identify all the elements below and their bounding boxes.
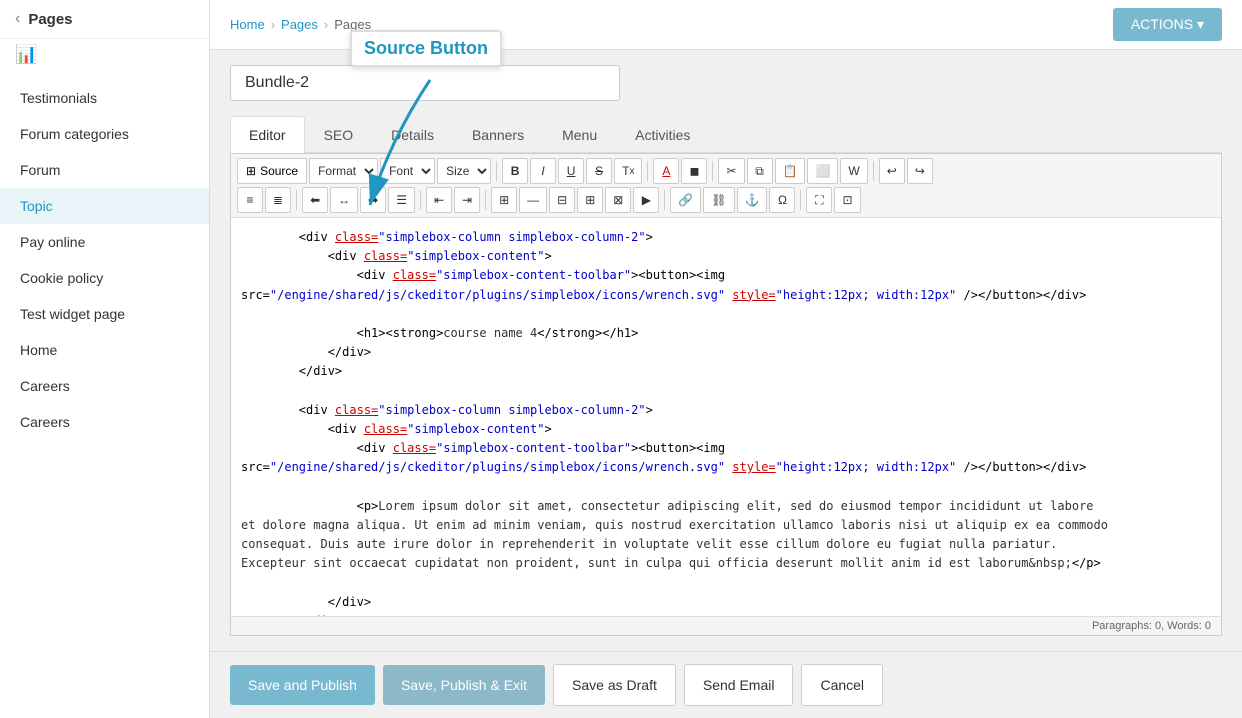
cancel-button[interactable]: Cancel — [801, 664, 883, 706]
statusbar-text: Paragraphs: 0, Words: 0 — [1092, 620, 1211, 632]
save-draft-button[interactable]: Save as Draft — [553, 664, 676, 706]
breadcrumb-sep-1: › — [271, 17, 275, 32]
paste-word-button[interactable]: W — [840, 158, 867, 184]
sidebar-item-careers-1[interactable]: Careers — [0, 368, 209, 404]
toolbar-row-2: ≡ ≣ ⬅ ↔ ➡ ☰ ⇤ ⇥ ⊞ — ⊟ ⊞ — [237, 187, 1215, 213]
breadcrumb-home[interactable]: Home — [230, 17, 265, 32]
sidebar-item-pay-online[interactable]: Pay online — [0, 224, 209, 260]
sidebar-title: Pages — [28, 11, 72, 28]
chart-icon: 📊 — [0, 39, 209, 70]
insert-table-button[interactable]: ⊟ — [549, 187, 575, 213]
list-unordered-button[interactable]: ≣ — [265, 187, 291, 213]
breadcrumb-sep-2: › — [324, 17, 328, 32]
special-char-button[interactable]: Ω — [769, 187, 795, 213]
sidebar-item-test-widget[interactable]: Test widget page — [0, 296, 209, 332]
unlink-button[interactable]: ⛓ — [703, 187, 734, 213]
undo-button[interactable]: ↩ — [879, 158, 905, 184]
paste-text-button[interactable]: ⬜ — [807, 158, 838, 184]
sidebar-nav: Testimonials Forum categories Forum Topi… — [0, 70, 209, 450]
align-justify-button[interactable]: ☰ — [388, 187, 415, 213]
source-button[interactable]: ⊞ Source — [237, 158, 307, 184]
fullscreen-button[interactable]: ⛶ — [806, 187, 832, 213]
list-ordered-button[interactable]: ≡ — [237, 187, 263, 213]
editor-toolbar: ⊞ Source Format Font Size B — [231, 154, 1221, 218]
cut-button[interactable]: ✂ — [718, 158, 744, 184]
media-button[interactable]: ▶ — [633, 187, 659, 213]
sidebar-item-forum-categories[interactable]: Forum categories — [0, 116, 209, 152]
table-button[interactable]: ⊞ — [491, 187, 517, 213]
show-blocks-button[interactable]: ⊡ — [834, 187, 860, 213]
toolbar-sep-2 — [647, 161, 648, 181]
send-email-button[interactable]: Send Email — [684, 664, 794, 706]
page-title-input[interactable] — [230, 65, 620, 101]
bottom-action-bar: Save and Publish Save, Publish & Exit Sa… — [210, 651, 1242, 718]
insert-col-button[interactable]: ⊞ — [577, 187, 603, 213]
underline-button[interactable]: U — [558, 158, 584, 184]
sidebar-item-home[interactable]: Home — [0, 332, 209, 368]
font-select[interactable]: Font — [380, 158, 435, 184]
toolbar-row-1: ⊞ Source Format Font Size B — [237, 158, 1215, 184]
hr-button[interactable]: — — [519, 187, 547, 213]
actions-button[interactable]: ACTIONS ▾ — [1113, 8, 1222, 41]
bg-color-button[interactable]: ◼ — [681, 158, 707, 184]
source-label: Source — [260, 164, 298, 178]
breadcrumb: Home › Pages › Pages — [230, 17, 371, 32]
tab-banners[interactable]: Banners — [453, 116, 543, 153]
editor-container: ⊞ Source Format Font Size B — [230, 153, 1222, 636]
redo-button[interactable]: ↪ — [907, 158, 933, 184]
paste-button[interactable]: 📋 — [775, 158, 806, 184]
sidebar: ‹ Pages 📊 Testimonials Forum categories … — [0, 0, 210, 718]
text-color-button[interactable]: A — [653, 158, 679, 184]
strikethrough-button[interactable]: S — [586, 158, 612, 184]
insert-row-button[interactable]: ⊠ — [605, 187, 631, 213]
sidebar-item-topic[interactable]: Topic — [0, 188, 209, 224]
align-left-button[interactable]: ⬅ — [302, 187, 328, 213]
topbar: Home › Pages › Pages ACTIONS ▾ — [210, 0, 1242, 50]
toolbar-sep-4 — [873, 161, 874, 181]
content-area: Editor SEO Details Banners Menu Activiti… — [210, 50, 1242, 651]
tabs-bar: Editor SEO Details Banners Menu Activiti… — [230, 116, 1222, 153]
toolbar-sep-3 — [712, 161, 713, 181]
sidebar-item-testimonials[interactable]: Testimonials — [0, 80, 209, 116]
tab-details[interactable]: Details — [372, 116, 453, 153]
toolbar-sep-1 — [496, 161, 497, 181]
save-and-publish-button[interactable]: Save and Publish — [230, 665, 375, 705]
decrease-indent-button[interactable]: ⇤ — [426, 187, 452, 213]
align-center-button[interactable]: ↔ — [330, 187, 358, 213]
size-select[interactable]: Size — [437, 158, 491, 184]
toolbar-sep-5 — [296, 190, 297, 210]
increase-indent-button[interactable]: ⇥ — [454, 187, 480, 213]
breadcrumb-pages[interactable]: Pages — [281, 17, 318, 32]
sidebar-back-button[interactable]: ‹ — [15, 10, 20, 28]
link-button[interactable]: 🔗 — [670, 187, 701, 213]
main-content: Source Button Home › Pages › Pages ACTIO… — [210, 0, 1242, 718]
tab-activities[interactable]: Activities — [616, 116, 709, 153]
breadcrumb-current: Pages — [334, 17, 371, 32]
align-right-button[interactable]: ➡ — [360, 187, 386, 213]
format-select[interactable]: Format — [309, 158, 378, 184]
toolbar-sep-7 — [485, 190, 486, 210]
save-publish-exit-button[interactable]: Save, Publish & Exit — [383, 665, 545, 705]
sidebar-header: ‹ Pages — [0, 0, 209, 39]
italic-button[interactable]: I — [530, 158, 556, 184]
editor-statusbar: Paragraphs: 0, Words: 0 — [231, 616, 1221, 635]
sidebar-item-careers-2[interactable]: Careers — [0, 404, 209, 440]
anchor-button[interactable]: ⚓ — [737, 187, 768, 213]
sidebar-item-cookie-policy[interactable]: Cookie policy — [0, 260, 209, 296]
toolbar-sep-8 — [664, 190, 665, 210]
sidebar-item-forum[interactable]: Forum — [0, 152, 209, 188]
tab-seo[interactable]: SEO — [305, 116, 373, 153]
tab-editor[interactable]: Editor — [230, 116, 305, 153]
tab-menu[interactable]: Menu — [543, 116, 616, 153]
source-icon: ⊞ — [246, 164, 256, 178]
editor-code-area[interactable]: <div class="simplebox-column simplebox-c… — [231, 218, 1221, 616]
subscript-button[interactable]: Tx — [614, 158, 642, 184]
bold-button[interactable]: B — [502, 158, 528, 184]
toolbar-sep-6 — [420, 190, 421, 210]
copy-button[interactable]: ⧉ — [747, 158, 773, 184]
toolbar-sep-9 — [800, 190, 801, 210]
